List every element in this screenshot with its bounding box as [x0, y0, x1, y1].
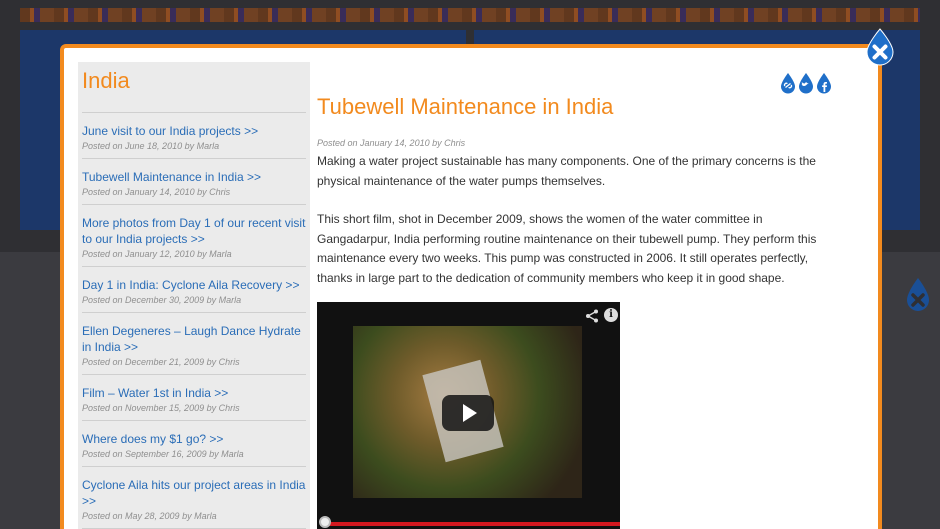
video-progress-bar[interactable]: [321, 522, 620, 526]
post-meta: Posted on December 21, 2009 by Chris: [82, 357, 240, 367]
category-sidebar: India June visit to our India projects >…: [78, 62, 310, 529]
post-meta: Posted on September 16, 2009 by Marla: [82, 449, 244, 459]
post-content: Tubewell Maintenance in India Posted on …: [317, 68, 837, 288]
post-link[interactable]: Ellen Degeneres – Laugh Dance Hydrate in…: [82, 323, 306, 355]
list-item: Day 1 in India: Cyclone Aila Recovery >>…: [82, 267, 306, 313]
share-icon[interactable]: [585, 309, 599, 323]
post-link[interactable]: Tubewell Maintenance in India >>: [82, 169, 306, 185]
list-item: Where does my $1 go? >> Posted on Septem…: [82, 421, 306, 467]
background-close-drop-icon: [907, 278, 929, 311]
post-link[interactable]: June visit to our India projects >>: [82, 123, 306, 139]
post-meta: Posted on May 28, 2009 by Marla: [82, 511, 217, 521]
list-item: Cyclone Aila hits our project areas in I…: [82, 467, 306, 529]
play-icon[interactable]: [442, 395, 494, 431]
post-meta: Posted on January 12, 2010 by Marla: [82, 249, 232, 259]
post-meta: Posted on January 14, 2010 by Chris: [317, 138, 466, 148]
video-player[interactable]: i: [317, 302, 620, 529]
post-link[interactable]: Where does my $1 go? >>: [82, 431, 306, 447]
list-item: June visit to our India projects >> Post…: [82, 113, 306, 159]
list-item: Ellen Degeneres – Laugh Dance Hydrate in…: [82, 313, 306, 375]
close-drop-icon[interactable]: [864, 28, 896, 66]
post-link[interactable]: Day 1 in India: Cyclone Aila Recovery >>: [82, 277, 306, 293]
info-icon[interactable]: i: [604, 308, 618, 322]
list-item: Tubewell Maintenance in India >> Posted …: [82, 159, 306, 205]
post-meta: Posted on January 14, 2010 by Chris: [82, 187, 231, 197]
post-link[interactable]: Film – Water 1st in India >>: [82, 385, 306, 401]
post-paragraph: This short film, shot in December 2009, …: [317, 212, 817, 285]
sidebar-title: India: [82, 68, 306, 113]
post-meta: Posted on June 18, 2010 by Marla: [82, 141, 220, 151]
post-meta: Posted on December 30, 2009 by Marla: [82, 295, 242, 305]
post-link[interactable]: Cyclone Aila hits our project areas in I…: [82, 477, 306, 509]
post-link[interactable]: More photos from Day 1 of our recent vis…: [82, 215, 306, 247]
video-scrubber-handle[interactable]: [319, 516, 331, 528]
post-paragraph: Making a water project sustainable has m…: [317, 154, 816, 188]
post-modal: India June visit to our India projects >…: [60, 44, 882, 529]
list-item: More photos from Day 1 of our recent vis…: [82, 205, 306, 267]
background-header-pattern: [20, 8, 920, 22]
post-title: Tubewell Maintenance in India: [317, 94, 614, 119]
post-meta: Posted on November 15, 2009 by Chris: [82, 403, 240, 413]
list-item: Film – Water 1st in India >> Posted on N…: [82, 375, 306, 421]
